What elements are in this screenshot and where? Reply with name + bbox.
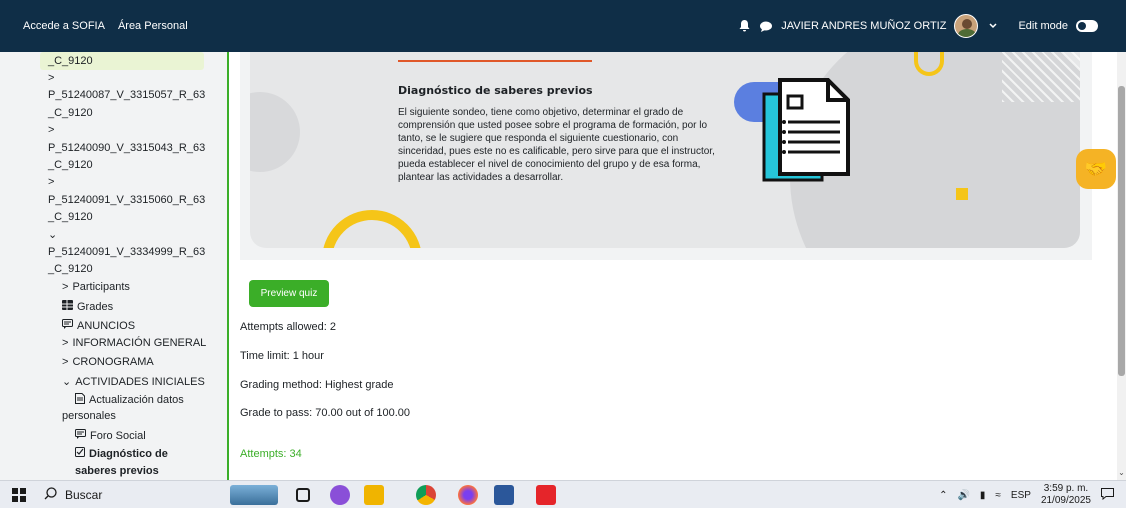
chevron-up-icon[interactable]: ⌃ — [939, 490, 947, 501]
document-icon — [75, 393, 85, 407]
clock-date: 21/09/2025 — [1040, 495, 1091, 506]
course-code-line[interactable]: _C_9120 — [48, 159, 93, 171]
message-icon[interactable] — [759, 19, 773, 33]
sidebar-divider — [227, 52, 229, 480]
chevron-down-icon[interactable] — [986, 19, 1000, 33]
decor-square — [956, 188, 968, 200]
search-icon — [44, 487, 57, 503]
clock[interactable]: 3:59 p. m. 21/09/2025 — [1041, 483, 1091, 507]
quiz-checkbox-icon — [75, 447, 85, 460]
chevron-right-icon: > — [62, 356, 69, 368]
windows-start-icon[interactable] — [12, 488, 26, 502]
windows-taskbar: Buscar ⌃ 🔊 ▮ ≈ ESP 3:59 p. m. 21/09/2025 — [0, 480, 1126, 508]
sidebar-item-label: Diagnóstico de — [89, 447, 168, 460]
chevron-right-icon: > — [62, 281, 69, 293]
edit-mode-label: Edit mode — [1018, 20, 1068, 32]
course-code-line[interactable]: P_51240091_V_3334999_R_63 — [48, 246, 205, 258]
document-illustration-icon — [762, 78, 850, 182]
sidebar-item-anuncios[interactable]: ANUNCIOS — [62, 319, 135, 332]
sidebar-item-actividades[interactable]: ⌄ ACTIVIDADES INICIALES — [62, 375, 205, 389]
course-code-line[interactable]: P_51240087_V_3315057_R_63 — [48, 89, 205, 101]
table-icon — [62, 300, 73, 313]
top-navbar: Accede a SOFIA Área Personal JAVIER ANDR… — [0, 0, 1126, 52]
chevron-right-icon[interactable]: > — [48, 176, 54, 188]
navbar-user-area: JAVIER ANDRES MUÑOZ ORTIZ Edit mode — [737, 0, 1098, 52]
battery-icon[interactable]: ▮ — [980, 490, 986, 501]
course-code-line[interactable]: P_51240091_V_3315060_R_63 — [48, 194, 205, 206]
grading-method: Grading method: Highest grade — [240, 379, 394, 391]
forum-icon — [62, 319, 73, 332]
sidebar-item-label: ANUNCIOS — [77, 319, 136, 332]
preview-quiz-button[interactable]: Preview quiz — [249, 280, 329, 307]
sidebar-item-diagnostico[interactable]: Diagnóstico de — [75, 447, 168, 460]
sidebar-item-label[interactable]: saberes previos — [75, 465, 159, 477]
sidebar-item-label: Actualización datos — [89, 394, 184, 406]
firefox-icon[interactable] — [458, 485, 478, 505]
wifi-icon[interactable]: ≈ — [995, 490, 1001, 501]
course-code-line[interactable]: P_51240090_V_3315043_R_63 — [48, 142, 205, 154]
bell-icon[interactable] — [737, 19, 751, 33]
sidebar-item-label: Participants — [72, 281, 130, 293]
sidebar-item-cronograma[interactable]: > CRONOGRAMA — [62, 356, 154, 368]
sidebar-item-info-general[interactable]: > INFORMACIÓN GENERAL — [62, 337, 206, 349]
sidebar-item-label: ACTIVIDADES INICIALES — [75, 375, 205, 388]
sidebar-item-actualizacion[interactable]: Actualización datos — [75, 393, 184, 407]
news-widget-icon[interactable] — [230, 485, 278, 505]
system-tray: ⌃ 🔊 ▮ ≈ ESP 3:59 p. m. 21/09/2025 — [939, 481, 1114, 508]
activity-banner: Diagnóstico de saberes previos El siguie… — [250, 52, 1080, 248]
volume-icon[interactable]: 🔊 — [957, 490, 969, 501]
sidebar-item-label: Grades — [77, 300, 114, 313]
course-code-line[interactable]: _C_9120 — [48, 107, 93, 119]
sidebar-item-label: CRONOGRAMA — [72, 356, 154, 368]
clock-time: 3:59 p. m. — [1043, 483, 1089, 494]
scrollbar-thumb[interactable] — [1118, 86, 1125, 376]
course-code-line[interactable]: _C_9120 — [48, 263, 93, 275]
grade-to-pass: Grade to pass: 70.00 out of 100.00 — [240, 407, 411, 419]
attempts-link[interactable]: Attempts: 34 — [240, 448, 302, 460]
edit-mode-toggle[interactable] — [1076, 20, 1098, 32]
acrobat-icon[interactable] — [536, 485, 556, 505]
attempts-allowed: Attempts allowed: 2 — [240, 321, 336, 333]
brand-link[interactable]: Accede a SOFIA — [23, 20, 105, 32]
user-name[interactable]: JAVIER ANDRES MUÑOZ ORTIZ — [781, 20, 946, 32]
sidebar-item-label[interactable]: personales — [62, 410, 116, 422]
decor-stripes — [1002, 52, 1080, 102]
taskbar-search[interactable]: Buscar — [44, 481, 102, 508]
course-code-line[interactable]: _C_9120 — [48, 55, 93, 67]
home-link[interactable]: Área Personal — [118, 20, 188, 32]
chevron-right-icon: > — [62, 337, 69, 349]
sidebar-item-label: Foro Social — [90, 429, 146, 442]
chevron-right-icon[interactable]: > — [48, 72, 54, 84]
forum-icon — [75, 429, 86, 442]
file-explorer-icon[interactable] — [364, 485, 384, 505]
decor-ring — [322, 210, 422, 248]
avatar[interactable] — [954, 14, 979, 38]
chevron-down-icon: ⌄ — [62, 376, 72, 388]
time-limit: Time limit: 1 hour — [240, 350, 324, 362]
course-code-line[interactable]: _C_9120 — [48, 211, 93, 223]
chevron-right-icon[interactable]: > — [48, 124, 54, 136]
word-icon[interactable] — [494, 485, 514, 505]
decor-line — [398, 60, 592, 62]
banner-description: El siguiente sondeo, tiene como objetivo… — [398, 107, 715, 183]
chevron-down-icon[interactable]: ⌄ — [48, 228, 57, 241]
course-index-sidebar: _C_9120 > P_51240087_V_3315057_R_63 _C_9… — [0, 52, 228, 480]
handshake-icon[interactable]: 🤝 — [1076, 149, 1116, 189]
notification-icon[interactable] — [1101, 487, 1114, 503]
activity-banner-container: Diagnóstico de saberes previos El siguie… — [240, 52, 1092, 260]
search-label: Buscar — [65, 488, 103, 502]
sidebar-item-foro[interactable]: Foro Social — [75, 429, 146, 442]
banner-title: Diagnóstico de saberes previos — [398, 84, 593, 97]
sidebar-item-label: INFORMACIÓN GENERAL — [72, 337, 207, 349]
app-icon[interactable] — [330, 485, 350, 505]
decor-circle — [250, 92, 300, 172]
task-view-icon[interactable] — [296, 488, 310, 502]
chevron-down-icon[interactable]: ⌄ — [1117, 468, 1126, 478]
sidebar-item-participants[interactable]: > Participants — [62, 281, 130, 293]
sidebar-item-grades[interactable]: Grades — [62, 300, 113, 313]
language-indicator[interactable]: ESP — [1011, 490, 1031, 501]
chrome-icon[interactable] — [416, 485, 436, 505]
